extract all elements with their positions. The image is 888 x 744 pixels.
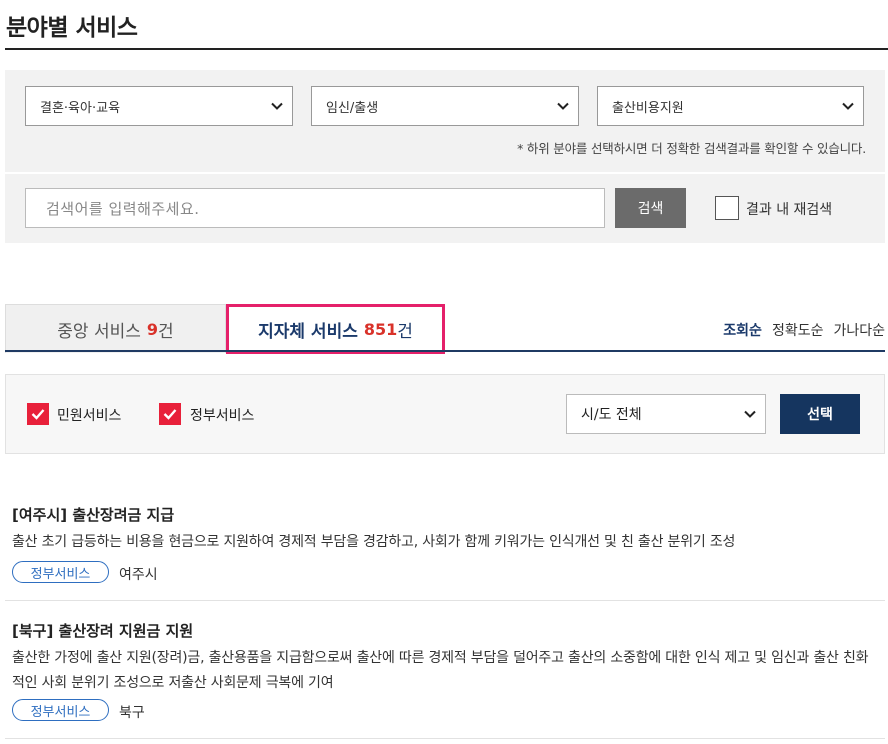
tab-underline (5, 350, 885, 352)
chevron-down-icon (744, 410, 756, 418)
chevron-down-icon (842, 102, 854, 110)
page-title: 분야별 서비스 (6, 15, 138, 41)
chevron-down-icon (557, 102, 569, 110)
category-select-2[interactable]: 임신/출생 (311, 86, 579, 126)
result-description: 출산 초기 급등하는 비용을 현금으로 지원하여 경제적 부담을 경감하고, 사… (12, 534, 736, 550)
category-select-3-value: 출산비용지원 (612, 100, 684, 116)
chevron-down-icon (271, 102, 283, 110)
tab-local-service[interactable]: 지자체 서비스 851 건 (226, 304, 445, 354)
title-divider (5, 48, 888, 50)
tab-central-service[interactable]: 중앙 서비스 9건 (5, 304, 226, 353)
tab-central-label: 중앙 서비스 (57, 321, 141, 342)
category-select-1-value: 결혼·육아·교육 (40, 100, 121, 116)
service-type-badge: 정부서비스 (12, 699, 109, 721)
checkmark-icon (31, 409, 45, 420)
civil-service-checkbox[interactable] (27, 403, 49, 425)
result-title[interactable]: [북구] 출산장려 지원금 지원 (12, 620, 193, 641)
search-input[interactable]: 검색어를 입력해주세요. (25, 188, 605, 228)
re-search-checkbox[interactable] (715, 196, 739, 220)
checkmark-icon (163, 409, 177, 420)
category-select-2-value: 임신/출생 (326, 100, 379, 116)
re-search-label[interactable]: 결과 내 재검색 (746, 199, 832, 219)
tab-local-label: 지자체 서비스 (258, 321, 358, 342)
civil-service-label[interactable]: 민원서비스 (57, 405, 121, 425)
result-description: 출산한 가정에 출산 지원(장려)금, 출산용품을 지급함으로써 출산에 따른 … (12, 650, 869, 691)
category-select-1[interactable]: 결혼·육아·교육 (25, 86, 293, 126)
tab-local-count: 851 (363, 319, 398, 339)
category-select-3[interactable]: 출산비용지원 (597, 86, 864, 126)
tab-local-unit: 건 (397, 321, 413, 342)
search-button[interactable]: 검색 (615, 188, 686, 228)
result-region: 북구 (119, 705, 145, 721)
gov-service-checkbox[interactable] (159, 403, 181, 425)
result-title[interactable]: [여주시] 출산장려금 지급 (12, 504, 174, 525)
sort-options: 조회순 정확도순 가나다순 (723, 320, 885, 340)
result-divider (5, 600, 885, 601)
gov-service-label[interactable]: 정부서비스 (190, 405, 254, 425)
filter-hint: * 하위 분야를 선택하시면 더 정확한 검색결과를 확인할 수 있습니다. (517, 141, 866, 156)
filter-divider (5, 172, 885, 174)
result-divider (5, 738, 885, 739)
apply-button[interactable]: 선택 (780, 394, 860, 434)
result-region: 여주시 (119, 567, 158, 583)
service-type-badge: 정부서비스 (12, 561, 109, 583)
region-select-value: 시/도 전체 (581, 407, 642, 423)
sort-by-accuracy[interactable]: 정확도순 (772, 320, 824, 340)
region-select[interactable]: 시/도 전체 (566, 394, 766, 434)
tab-central-count: 9 (146, 319, 159, 339)
tab-central-unit: 건 (158, 321, 174, 342)
search-placeholder: 검색어를 입력해주세요. (46, 199, 200, 218)
sort-by-alphabet[interactable]: 가나다순 (833, 320, 885, 340)
sort-by-views[interactable]: 조회순 (723, 320, 762, 340)
